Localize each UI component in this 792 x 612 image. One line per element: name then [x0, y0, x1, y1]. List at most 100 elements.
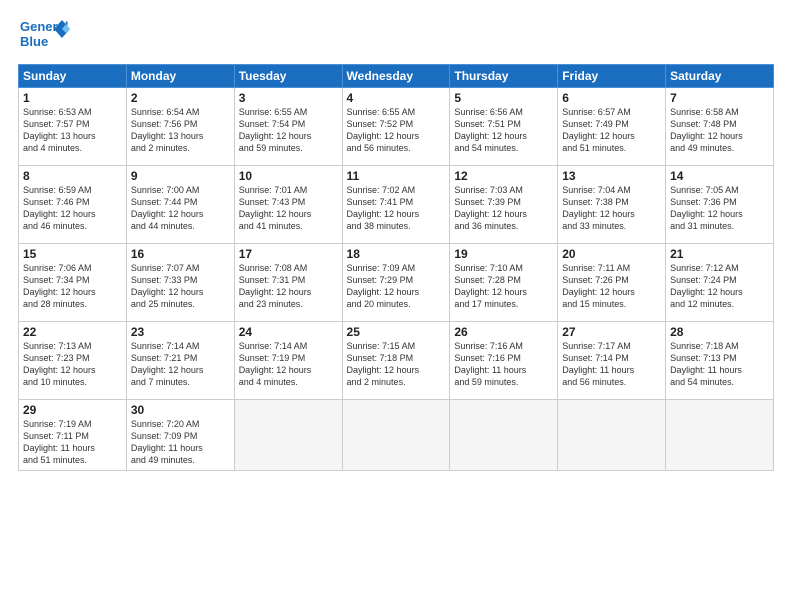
- day-cell: 21Sunrise: 7:12 AMSunset: 7:24 PMDayligh…: [666, 244, 774, 322]
- svg-text:Blue: Blue: [20, 34, 48, 49]
- day-info: Sunrise: 7:14 AMSunset: 7:19 PMDaylight:…: [239, 340, 338, 389]
- day-cell: [342, 400, 450, 471]
- day-cell: 3Sunrise: 6:55 AMSunset: 7:54 PMDaylight…: [234, 88, 342, 166]
- day-cell: 14Sunrise: 7:05 AMSunset: 7:36 PMDayligh…: [666, 166, 774, 244]
- day-cell: 5Sunrise: 6:56 AMSunset: 7:51 PMDaylight…: [450, 88, 558, 166]
- day-info: Sunrise: 7:13 AMSunset: 7:23 PMDaylight:…: [23, 340, 122, 389]
- day-info: Sunrise: 7:18 AMSunset: 7:13 PMDaylight:…: [670, 340, 769, 389]
- day-cell: 29Sunrise: 7:19 AMSunset: 7:11 PMDayligh…: [19, 400, 127, 471]
- day-cell: 2Sunrise: 6:54 AMSunset: 7:56 PMDaylight…: [126, 88, 234, 166]
- day-info: Sunrise: 7:09 AMSunset: 7:29 PMDaylight:…: [347, 262, 446, 311]
- day-cell: [450, 400, 558, 471]
- day-number: 26: [454, 325, 553, 339]
- day-cell: 13Sunrise: 7:04 AMSunset: 7:38 PMDayligh…: [558, 166, 666, 244]
- day-cell: 24Sunrise: 7:14 AMSunset: 7:19 PMDayligh…: [234, 322, 342, 400]
- day-info: Sunrise: 7:15 AMSunset: 7:18 PMDaylight:…: [347, 340, 446, 389]
- day-number: 25: [347, 325, 446, 339]
- day-number: 4: [347, 91, 446, 105]
- week-row-1: 1Sunrise: 6:53 AMSunset: 7:57 PMDaylight…: [19, 88, 774, 166]
- day-cell: [666, 400, 774, 471]
- day-info: Sunrise: 7:02 AMSunset: 7:41 PMDaylight:…: [347, 184, 446, 233]
- week-row-3: 15Sunrise: 7:06 AMSunset: 7:34 PMDayligh…: [19, 244, 774, 322]
- day-number: 12: [454, 169, 553, 183]
- day-info: Sunrise: 6:58 AMSunset: 7:48 PMDaylight:…: [670, 106, 769, 155]
- week-row-2: 8Sunrise: 6:59 AMSunset: 7:46 PMDaylight…: [19, 166, 774, 244]
- day-cell: 18Sunrise: 7:09 AMSunset: 7:29 PMDayligh…: [342, 244, 450, 322]
- day-cell: 22Sunrise: 7:13 AMSunset: 7:23 PMDayligh…: [19, 322, 127, 400]
- day-info: Sunrise: 7:04 AMSunset: 7:38 PMDaylight:…: [562, 184, 661, 233]
- day-info: Sunrise: 7:05 AMSunset: 7:36 PMDaylight:…: [670, 184, 769, 233]
- day-info: Sunrise: 6:53 AMSunset: 7:57 PMDaylight:…: [23, 106, 122, 155]
- day-info: Sunrise: 6:59 AMSunset: 7:46 PMDaylight:…: [23, 184, 122, 233]
- day-number: 6: [562, 91, 661, 105]
- day-cell: 1Sunrise: 6:53 AMSunset: 7:57 PMDaylight…: [19, 88, 127, 166]
- day-info: Sunrise: 7:07 AMSunset: 7:33 PMDaylight:…: [131, 262, 230, 311]
- day-info: Sunrise: 7:08 AMSunset: 7:31 PMDaylight:…: [239, 262, 338, 311]
- day-cell: 28Sunrise: 7:18 AMSunset: 7:13 PMDayligh…: [666, 322, 774, 400]
- day-cell: 6Sunrise: 6:57 AMSunset: 7:49 PMDaylight…: [558, 88, 666, 166]
- day-number: 29: [23, 403, 122, 417]
- day-number: 16: [131, 247, 230, 261]
- header-friday: Friday: [558, 65, 666, 88]
- day-number: 14: [670, 169, 769, 183]
- day-info: Sunrise: 6:55 AMSunset: 7:52 PMDaylight:…: [347, 106, 446, 155]
- day-number: 30: [131, 403, 230, 417]
- day-cell: 10Sunrise: 7:01 AMSunset: 7:43 PMDayligh…: [234, 166, 342, 244]
- header-thursday: Thursday: [450, 65, 558, 88]
- day-cell: 15Sunrise: 7:06 AMSunset: 7:34 PMDayligh…: [19, 244, 127, 322]
- calendar: SundayMondayTuesdayWednesdayThursdayFrid…: [18, 64, 774, 471]
- day-cell: 8Sunrise: 6:59 AMSunset: 7:46 PMDaylight…: [19, 166, 127, 244]
- calendar-body: 1Sunrise: 6:53 AMSunset: 7:57 PMDaylight…: [19, 88, 774, 471]
- day-number: 7: [670, 91, 769, 105]
- day-info: Sunrise: 6:55 AMSunset: 7:54 PMDaylight:…: [239, 106, 338, 155]
- day-cell: 30Sunrise: 7:20 AMSunset: 7:09 PMDayligh…: [126, 400, 234, 471]
- day-info: Sunrise: 7:14 AMSunset: 7:21 PMDaylight:…: [131, 340, 230, 389]
- day-number: 15: [23, 247, 122, 261]
- day-number: 8: [23, 169, 122, 183]
- day-cell: 7Sunrise: 6:58 AMSunset: 7:48 PMDaylight…: [666, 88, 774, 166]
- day-number: 27: [562, 325, 661, 339]
- day-number: 20: [562, 247, 661, 261]
- week-row-4: 22Sunrise: 7:13 AMSunset: 7:23 PMDayligh…: [19, 322, 774, 400]
- day-cell: 12Sunrise: 7:03 AMSunset: 7:39 PMDayligh…: [450, 166, 558, 244]
- day-number: 23: [131, 325, 230, 339]
- day-info: Sunrise: 7:10 AMSunset: 7:28 PMDaylight:…: [454, 262, 553, 311]
- day-info: Sunrise: 7:06 AMSunset: 7:34 PMDaylight:…: [23, 262, 122, 311]
- day-cell: 16Sunrise: 7:07 AMSunset: 7:33 PMDayligh…: [126, 244, 234, 322]
- day-number: 24: [239, 325, 338, 339]
- day-info: Sunrise: 6:57 AMSunset: 7:49 PMDaylight:…: [562, 106, 661, 155]
- day-cell: 25Sunrise: 7:15 AMSunset: 7:18 PMDayligh…: [342, 322, 450, 400]
- day-number: 11: [347, 169, 446, 183]
- day-cell: 19Sunrise: 7:10 AMSunset: 7:28 PMDayligh…: [450, 244, 558, 322]
- day-info: Sunrise: 7:17 AMSunset: 7:14 PMDaylight:…: [562, 340, 661, 389]
- day-info: Sunrise: 7:20 AMSunset: 7:09 PMDaylight:…: [131, 418, 230, 467]
- header-wednesday: Wednesday: [342, 65, 450, 88]
- day-info: Sunrise: 6:56 AMSunset: 7:51 PMDaylight:…: [454, 106, 553, 155]
- day-info: Sunrise: 7:03 AMSunset: 7:39 PMDaylight:…: [454, 184, 553, 233]
- day-cell: 27Sunrise: 7:17 AMSunset: 7:14 PMDayligh…: [558, 322, 666, 400]
- week-row-5: 29Sunrise: 7:19 AMSunset: 7:11 PMDayligh…: [19, 400, 774, 471]
- day-number: 10: [239, 169, 338, 183]
- day-number: 9: [131, 169, 230, 183]
- header-sunday: Sunday: [19, 65, 127, 88]
- day-number: 2: [131, 91, 230, 105]
- day-info: Sunrise: 7:00 AMSunset: 7:44 PMDaylight:…: [131, 184, 230, 233]
- calendar-header: SundayMondayTuesdayWednesdayThursdayFrid…: [19, 65, 774, 88]
- day-cell: 17Sunrise: 7:08 AMSunset: 7:31 PMDayligh…: [234, 244, 342, 322]
- header-saturday: Saturday: [666, 65, 774, 88]
- header-monday: Monday: [126, 65, 234, 88]
- day-number: 18: [347, 247, 446, 261]
- day-number: 5: [454, 91, 553, 105]
- day-cell: 20Sunrise: 7:11 AMSunset: 7:26 PMDayligh…: [558, 244, 666, 322]
- day-number: 22: [23, 325, 122, 339]
- day-info: Sunrise: 7:19 AMSunset: 7:11 PMDaylight:…: [23, 418, 122, 467]
- day-info: Sunrise: 7:12 AMSunset: 7:24 PMDaylight:…: [670, 262, 769, 311]
- day-cell: 11Sunrise: 7:02 AMSunset: 7:41 PMDayligh…: [342, 166, 450, 244]
- day-number: 1: [23, 91, 122, 105]
- logo: General Blue: [18, 16, 70, 56]
- day-cell: 9Sunrise: 7:00 AMSunset: 7:44 PMDaylight…: [126, 166, 234, 244]
- day-info: Sunrise: 7:11 AMSunset: 7:26 PMDaylight:…: [562, 262, 661, 311]
- day-number: 17: [239, 247, 338, 261]
- day-number: 28: [670, 325, 769, 339]
- day-cell: [234, 400, 342, 471]
